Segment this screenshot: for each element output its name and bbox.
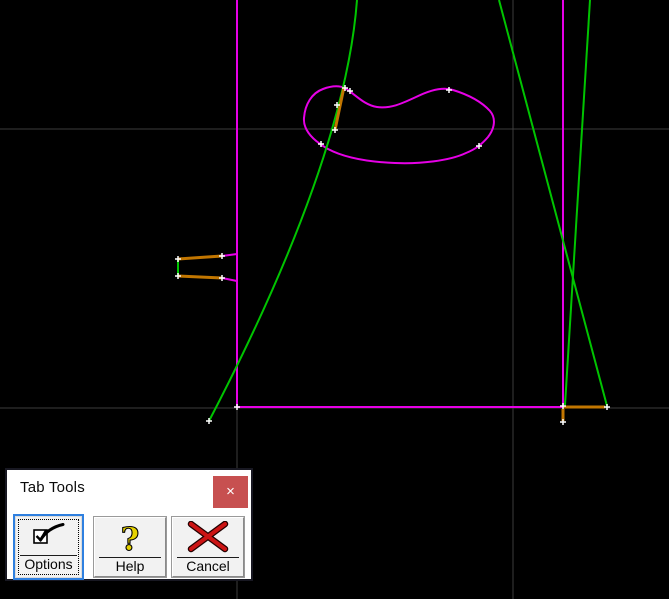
- node-marker: [219, 253, 225, 259]
- node-marker: [604, 404, 610, 410]
- options-button-focus-ring: Options: [13, 514, 84, 580]
- tab-tools-dialog: Tab Tools × Options: [5, 468, 253, 581]
- orange-tab-top-edge[interactable]: [178, 256, 222, 259]
- cancel-x-icon: [186, 521, 230, 557]
- cancel-button[interactable]: Cancel: [172, 517, 244, 577]
- svg-text:?: ?: [121, 521, 140, 557]
- options-button[interactable]: Options: [15, 516, 82, 578]
- node-marker: [560, 419, 566, 425]
- node-marker: [175, 273, 181, 279]
- orange-tab-on-arc[interactable]: [335, 87, 344, 130]
- close-button[interactable]: ×: [213, 476, 248, 508]
- node-marker: [234, 404, 240, 410]
- checkbox-check-icon: [32, 521, 66, 555]
- cancel-button-label: Cancel: [186, 558, 230, 575]
- green-line-long-arc[interactable]: [209, 0, 357, 421]
- options-button-label: Options: [24, 556, 72, 573]
- help-button[interactable]: ? Help: [94, 517, 166, 577]
- dialog-title: Tab Tools: [20, 479, 85, 496]
- question-mark-icon: ?: [113, 521, 147, 557]
- green-line-right[interactable]: [565, 0, 590, 405]
- green-line-middle[interactable]: [499, 0, 607, 406]
- orange-tab-bottom-edge[interactable]: [178, 276, 222, 278]
- app-window: Tab Tools × Options: [0, 0, 669, 599]
- node-marker: [219, 275, 225, 281]
- help-button-label: Help: [116, 558, 145, 575]
- node-marker: [175, 256, 181, 262]
- dialog-button-row: Options ? Help: [7, 510, 251, 579]
- dialog-titlebar[interactable]: Tab Tools ×: [7, 470, 251, 510]
